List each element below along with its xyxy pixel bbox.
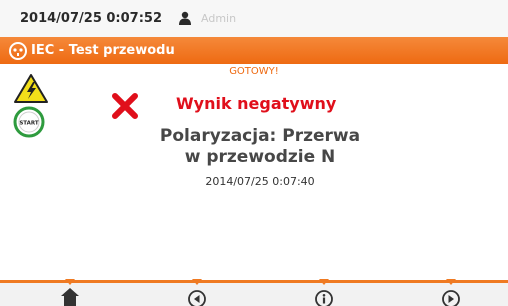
forward-icon (442, 290, 460, 306)
info-icon (315, 290, 333, 306)
home-button[interactable] (56, 282, 84, 306)
page-title: IEC - Test przewodu (31, 43, 175, 58)
start-label: START (19, 121, 39, 127)
title-bar: IEC - Test przewodu (0, 37, 508, 64)
status-bar: 2014/07/25 0:07:52 Admin (0, 0, 508, 37)
high-voltage-warning-icon (14, 74, 48, 103)
user-icon (179, 11, 191, 25)
plug-icon (9, 42, 27, 60)
back-icon (188, 290, 206, 306)
test-timestamp: 2014/07/25 0:07:40 (205, 175, 315, 188)
datetime-display: 2014/07/25 0:07:52 (20, 11, 163, 26)
user-name: Admin (201, 12, 237, 25)
start-icon: START (13, 106, 45, 138)
message-line-1: Polaryzacja: Przerwa (159, 126, 361, 146)
home-icon (61, 288, 79, 306)
start-button[interactable]: START (13, 106, 45, 138)
message-line-2: w przewodzie N (184, 147, 336, 167)
fail-cross-icon (112, 93, 138, 119)
info-button[interactable] (310, 282, 338, 306)
back-button[interactable] (183, 282, 211, 306)
ready-status: GOTOWY! (229, 66, 279, 77)
forward-button[interactable] (437, 282, 465, 306)
result-text: Wynik negatywny (176, 94, 337, 113)
